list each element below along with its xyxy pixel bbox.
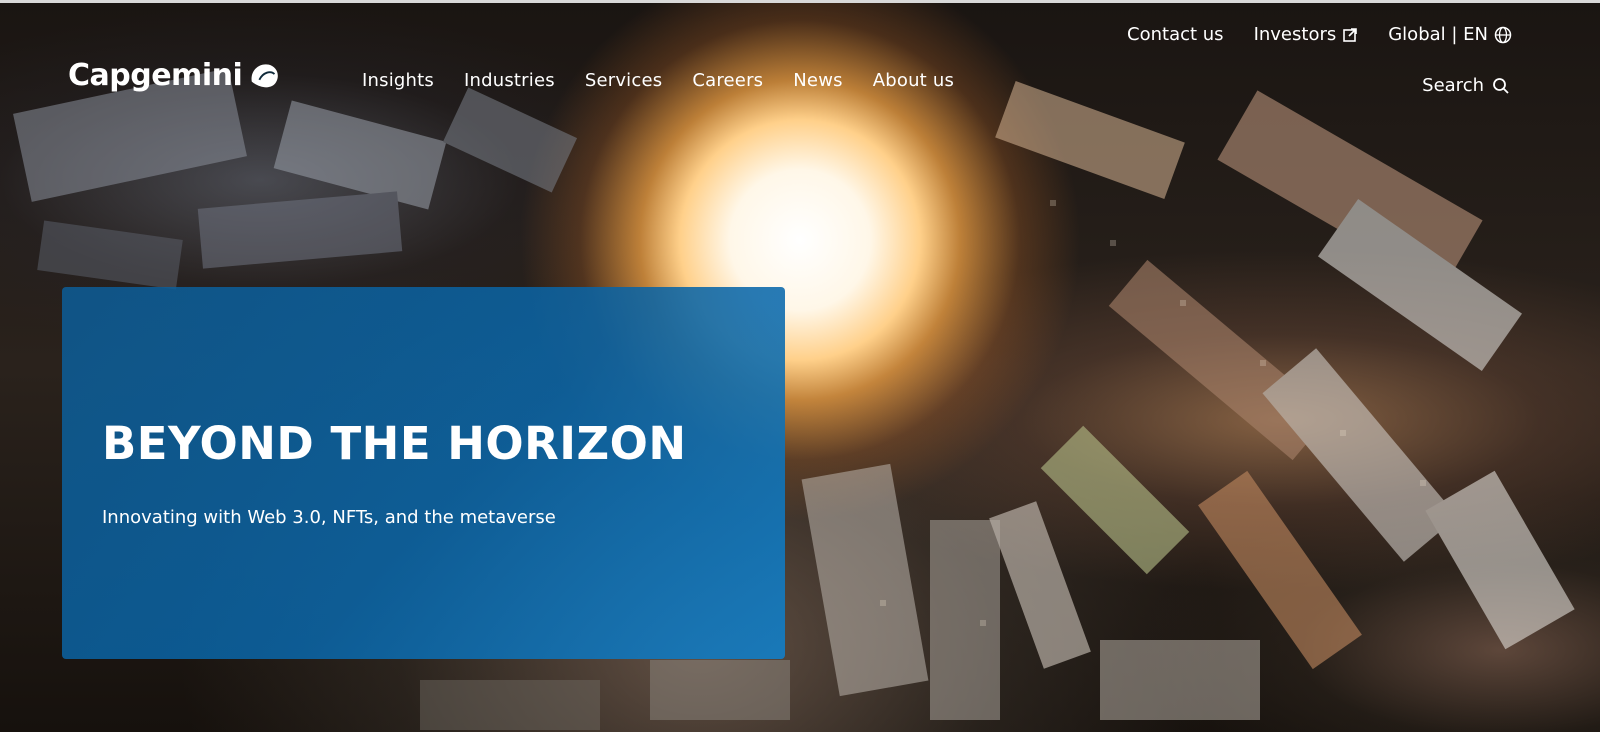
nav-item-services[interactable]: Services: [585, 70, 663, 91]
locale-label: Global | EN: [1388, 24, 1488, 45]
nav-item-industries[interactable]: Industries: [464, 70, 555, 91]
capgemini-spade-logo-icon: [251, 63, 279, 87]
hero-title: BEYOND THE HORIZON: [102, 417, 687, 470]
main-navigation: Insights Industries Services Careers New…: [362, 70, 984, 91]
nav-item-about-us[interactable]: About us: [873, 70, 954, 91]
investors-label: Investors: [1253, 24, 1337, 45]
investors-link[interactable]: Investors: [1254, 24, 1359, 45]
hero-content-panel: BEYOND THE HORIZON Innovating with Web 3…: [62, 287, 785, 659]
contact-us-link[interactable]: Contact us: [1127, 24, 1224, 45]
nav-item-insights[interactable]: Insights: [362, 70, 434, 91]
search-button[interactable]: Search: [1422, 75, 1510, 96]
brand-name: Capgemini: [68, 58, 243, 93]
contact-us-label: Contact us: [1127, 24, 1224, 45]
search-label: Search: [1422, 75, 1484, 96]
utility-navigation: Contact us Investors Global | EN: [1097, 24, 1512, 45]
capgemini-logo[interactable]: Capgemini: [68, 58, 284, 93]
nav-item-careers[interactable]: Careers: [692, 70, 763, 91]
globe-icon: [1494, 26, 1512, 43]
locale-selector[interactable]: Global | EN: [1388, 24, 1512, 45]
browser-top-edge: [0, 0, 1600, 3]
external-link-icon: [1343, 27, 1358, 42]
search-icon: [1493, 77, 1509, 94]
hero-subtitle: Innovating with Web 3.0, NFTs, and the m…: [102, 507, 556, 528]
nav-item-news[interactable]: News: [793, 70, 842, 91]
